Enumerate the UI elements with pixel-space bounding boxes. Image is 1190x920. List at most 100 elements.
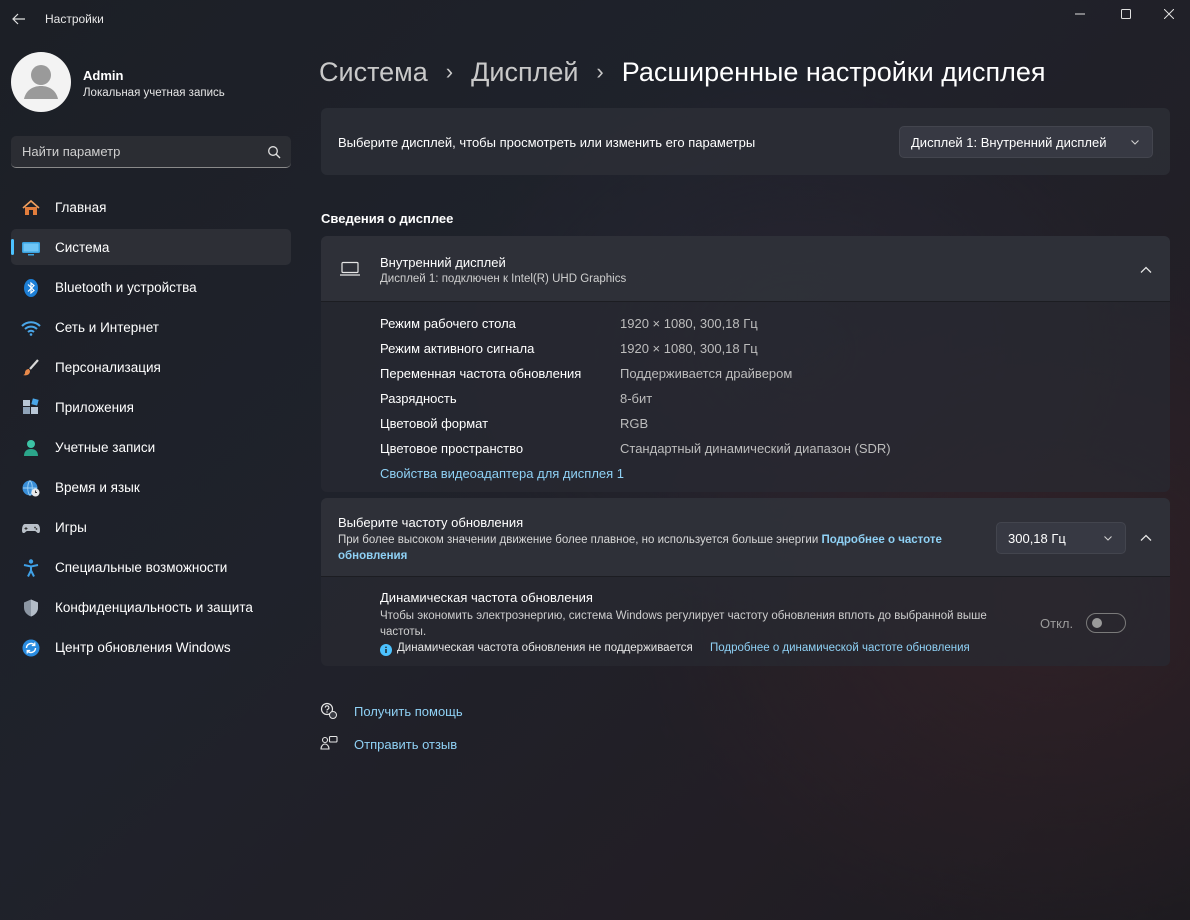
info-icon xyxy=(380,644,392,656)
sidebar-item-system[interactable]: Система xyxy=(11,229,291,265)
page-title: Расширенные настройки дисплея xyxy=(621,56,1046,87)
sidebar-item-personalization[interactable]: Персонализация xyxy=(11,349,291,385)
close-icon xyxy=(1164,9,1174,19)
refresh-rate-card: Выберите частоту обновления При более вы… xyxy=(321,498,1170,666)
accounts-icon xyxy=(21,438,41,458)
user-avatar-icon xyxy=(24,65,58,99)
toggle-state-label: Откл. xyxy=(1040,616,1074,631)
refresh-rate-description: При более высоком значении движение боле… xyxy=(338,532,978,564)
sidebar-item-time-language[interactable]: Время и язык xyxy=(11,469,291,505)
refresh-rate-header: Выберите частоту обновления При более вы… xyxy=(321,498,1170,577)
send-feedback-link[interactable]: Отправить отзыв xyxy=(320,733,457,755)
avatar[interactable] xyxy=(11,52,71,112)
get-help-link[interactable]: Получить помощь xyxy=(320,700,463,722)
send-feedback-label: Отправить отзыв xyxy=(354,736,458,752)
gamepad-icon xyxy=(21,518,41,538)
sidebar-item-accessibility[interactable]: Специальные возможности xyxy=(11,549,291,585)
sidebar-item-label: Сеть и Интернет xyxy=(55,320,159,335)
display-property-row: Режим активного сигнала 1920 × 1080, 300… xyxy=(380,341,1140,361)
wifi-icon xyxy=(21,318,41,338)
minimize-icon xyxy=(1075,13,1085,15)
property-key: Цветовой формат xyxy=(380,416,489,431)
display-info-title: Внутренний дисплей xyxy=(380,255,506,270)
property-key: Разрядность xyxy=(380,391,457,406)
property-value: RGB xyxy=(620,416,649,431)
profile-account-type: Локальная учетная запись xyxy=(83,87,225,99)
adapter-properties-link[interactable]: Свойства видеоадаптера для дисплея 1 xyxy=(380,466,624,481)
update-icon xyxy=(21,638,41,658)
sidebar-nav: Главная Система Bluetooth и устройства С… xyxy=(11,189,291,669)
search-icon[interactable] xyxy=(267,145,281,159)
dynamic-refresh-title: Динамическая частота обновления xyxy=(380,590,593,605)
arrow-left-icon xyxy=(12,13,25,25)
sidebar-item-privacy[interactable]: Конфиденциальность и защита xyxy=(11,589,291,625)
sidebar-item-label: Персонализация xyxy=(55,360,161,375)
sidebar-item-apps[interactable]: Приложения xyxy=(11,389,291,425)
sidebar-item-label: Система xyxy=(55,240,110,255)
display-property-row: Цветовой формат RGB xyxy=(380,416,1140,436)
sidebar-item-bluetooth[interactable]: Bluetooth и устройства xyxy=(11,269,291,305)
sidebar-item-label: Конфиденциальность и защита xyxy=(55,600,253,615)
back-button[interactable] xyxy=(6,6,32,32)
maximize-button[interactable] xyxy=(1103,0,1149,28)
sidebar-item-label: Центр обновления Windows xyxy=(55,640,231,655)
minimize-button[interactable] xyxy=(1057,0,1103,28)
refresh-rate-value: 300,18 Гц xyxy=(1008,531,1066,546)
search-box[interactable] xyxy=(11,136,291,168)
breadcrumb-chevron-icon: › xyxy=(445,59,454,84)
dynamic-refresh-description: Чтобы экономить электроэнергию, система … xyxy=(380,610,987,638)
sidebar-item-windows-update[interactable]: Центр обновления Windows xyxy=(11,629,291,665)
breadcrumb-item-system[interactable]: Система xyxy=(319,57,428,88)
sidebar-item-label: Специальные возможности xyxy=(55,560,228,575)
property-key: Режим рабочего стола xyxy=(380,316,516,331)
feedback-icon xyxy=(320,735,338,753)
profile-name: Admin xyxy=(83,68,124,83)
property-value: Поддерживается драйвером xyxy=(620,366,793,381)
refresh-rate-dropdown[interactable]: 300,18 Гц xyxy=(996,522,1126,554)
display-info-subtitle: Дисплей 1: подключен к Intel(R) UHD Grap… xyxy=(380,273,627,285)
brush-icon xyxy=(21,358,41,378)
display-info-header[interactable]: Внутренний дисплей Дисплей 1: подключен … xyxy=(321,236,1170,302)
shield-icon xyxy=(21,598,41,618)
sidebar-item-accounts[interactable]: Учетные записи xyxy=(11,429,291,465)
property-key: Переменная частота обновления xyxy=(380,366,582,381)
system-display-icon xyxy=(21,238,41,258)
property-key: Режим активного сигнала xyxy=(380,341,535,356)
dynamic-refresh-toggle[interactable] xyxy=(1086,613,1126,633)
globe-clock-icon xyxy=(21,478,41,498)
sidebar-item-network[interactable]: Сеть и Интернет xyxy=(11,309,291,345)
get-help-label: Получить помощь xyxy=(354,703,463,719)
display-select-card: Выберите дисплей, чтобы просмотреть или … xyxy=(321,108,1170,175)
display-property-row: Цветовое пространство Стандартный динами… xyxy=(380,441,1140,461)
sidebar-item-home[interactable]: Главная xyxy=(11,189,291,225)
property-value: Стандартный динамический диапазон (SDR) xyxy=(620,441,891,456)
chevron-down-icon xyxy=(1131,140,1139,145)
property-value: 1920 × 1080, 300,18 Гц xyxy=(620,341,758,356)
display-property-row: Разрядность 8-бит xyxy=(380,391,1140,411)
home-icon xyxy=(21,198,41,218)
chevron-up-icon[interactable] xyxy=(1139,531,1153,545)
display-select-label: Выберите дисплей, чтобы просмотреть или … xyxy=(338,135,756,150)
chevron-up-icon[interactable] xyxy=(1139,263,1153,277)
dynamic-refresh-learn-more-link[interactable]: Подробнее о динамической частоте обновле… xyxy=(710,642,970,654)
breadcrumb-item-display[interactable]: Дисплей xyxy=(471,57,578,88)
close-button[interactable] xyxy=(1146,0,1190,28)
maximize-icon xyxy=(1121,9,1131,19)
chevron-down-icon xyxy=(1104,536,1112,541)
help-icon xyxy=(320,702,338,720)
toggle-knob xyxy=(1092,618,1102,628)
sidebar-item-label: Учетные записи xyxy=(55,440,156,455)
sidebar-item-label: Главная xyxy=(55,200,107,215)
sidebar-item-label: Приложения xyxy=(55,400,134,415)
breadcrumb-chevron-icon: › xyxy=(596,59,604,84)
bluetooth-icon xyxy=(21,278,41,298)
sidebar-item-label: Время и язык xyxy=(55,480,140,495)
sidebar-item-gaming[interactable]: Игры xyxy=(11,509,291,545)
property-value: 1920 × 1080, 300,18 Гц xyxy=(620,316,758,331)
laptop-icon xyxy=(340,261,360,276)
display-property-row: Режим рабочего стола 1920 × 1080, 300,18… xyxy=(380,316,1140,336)
breadcrumb: Система › Дисплей › Расширенные настройк… xyxy=(319,54,1046,90)
display-dropdown[interactable]: Дисплей 1: Внутренний дисплей xyxy=(899,126,1153,158)
display-dropdown-value: Дисплей 1: Внутренний дисплей xyxy=(911,135,1107,150)
search-input[interactable] xyxy=(11,136,251,167)
